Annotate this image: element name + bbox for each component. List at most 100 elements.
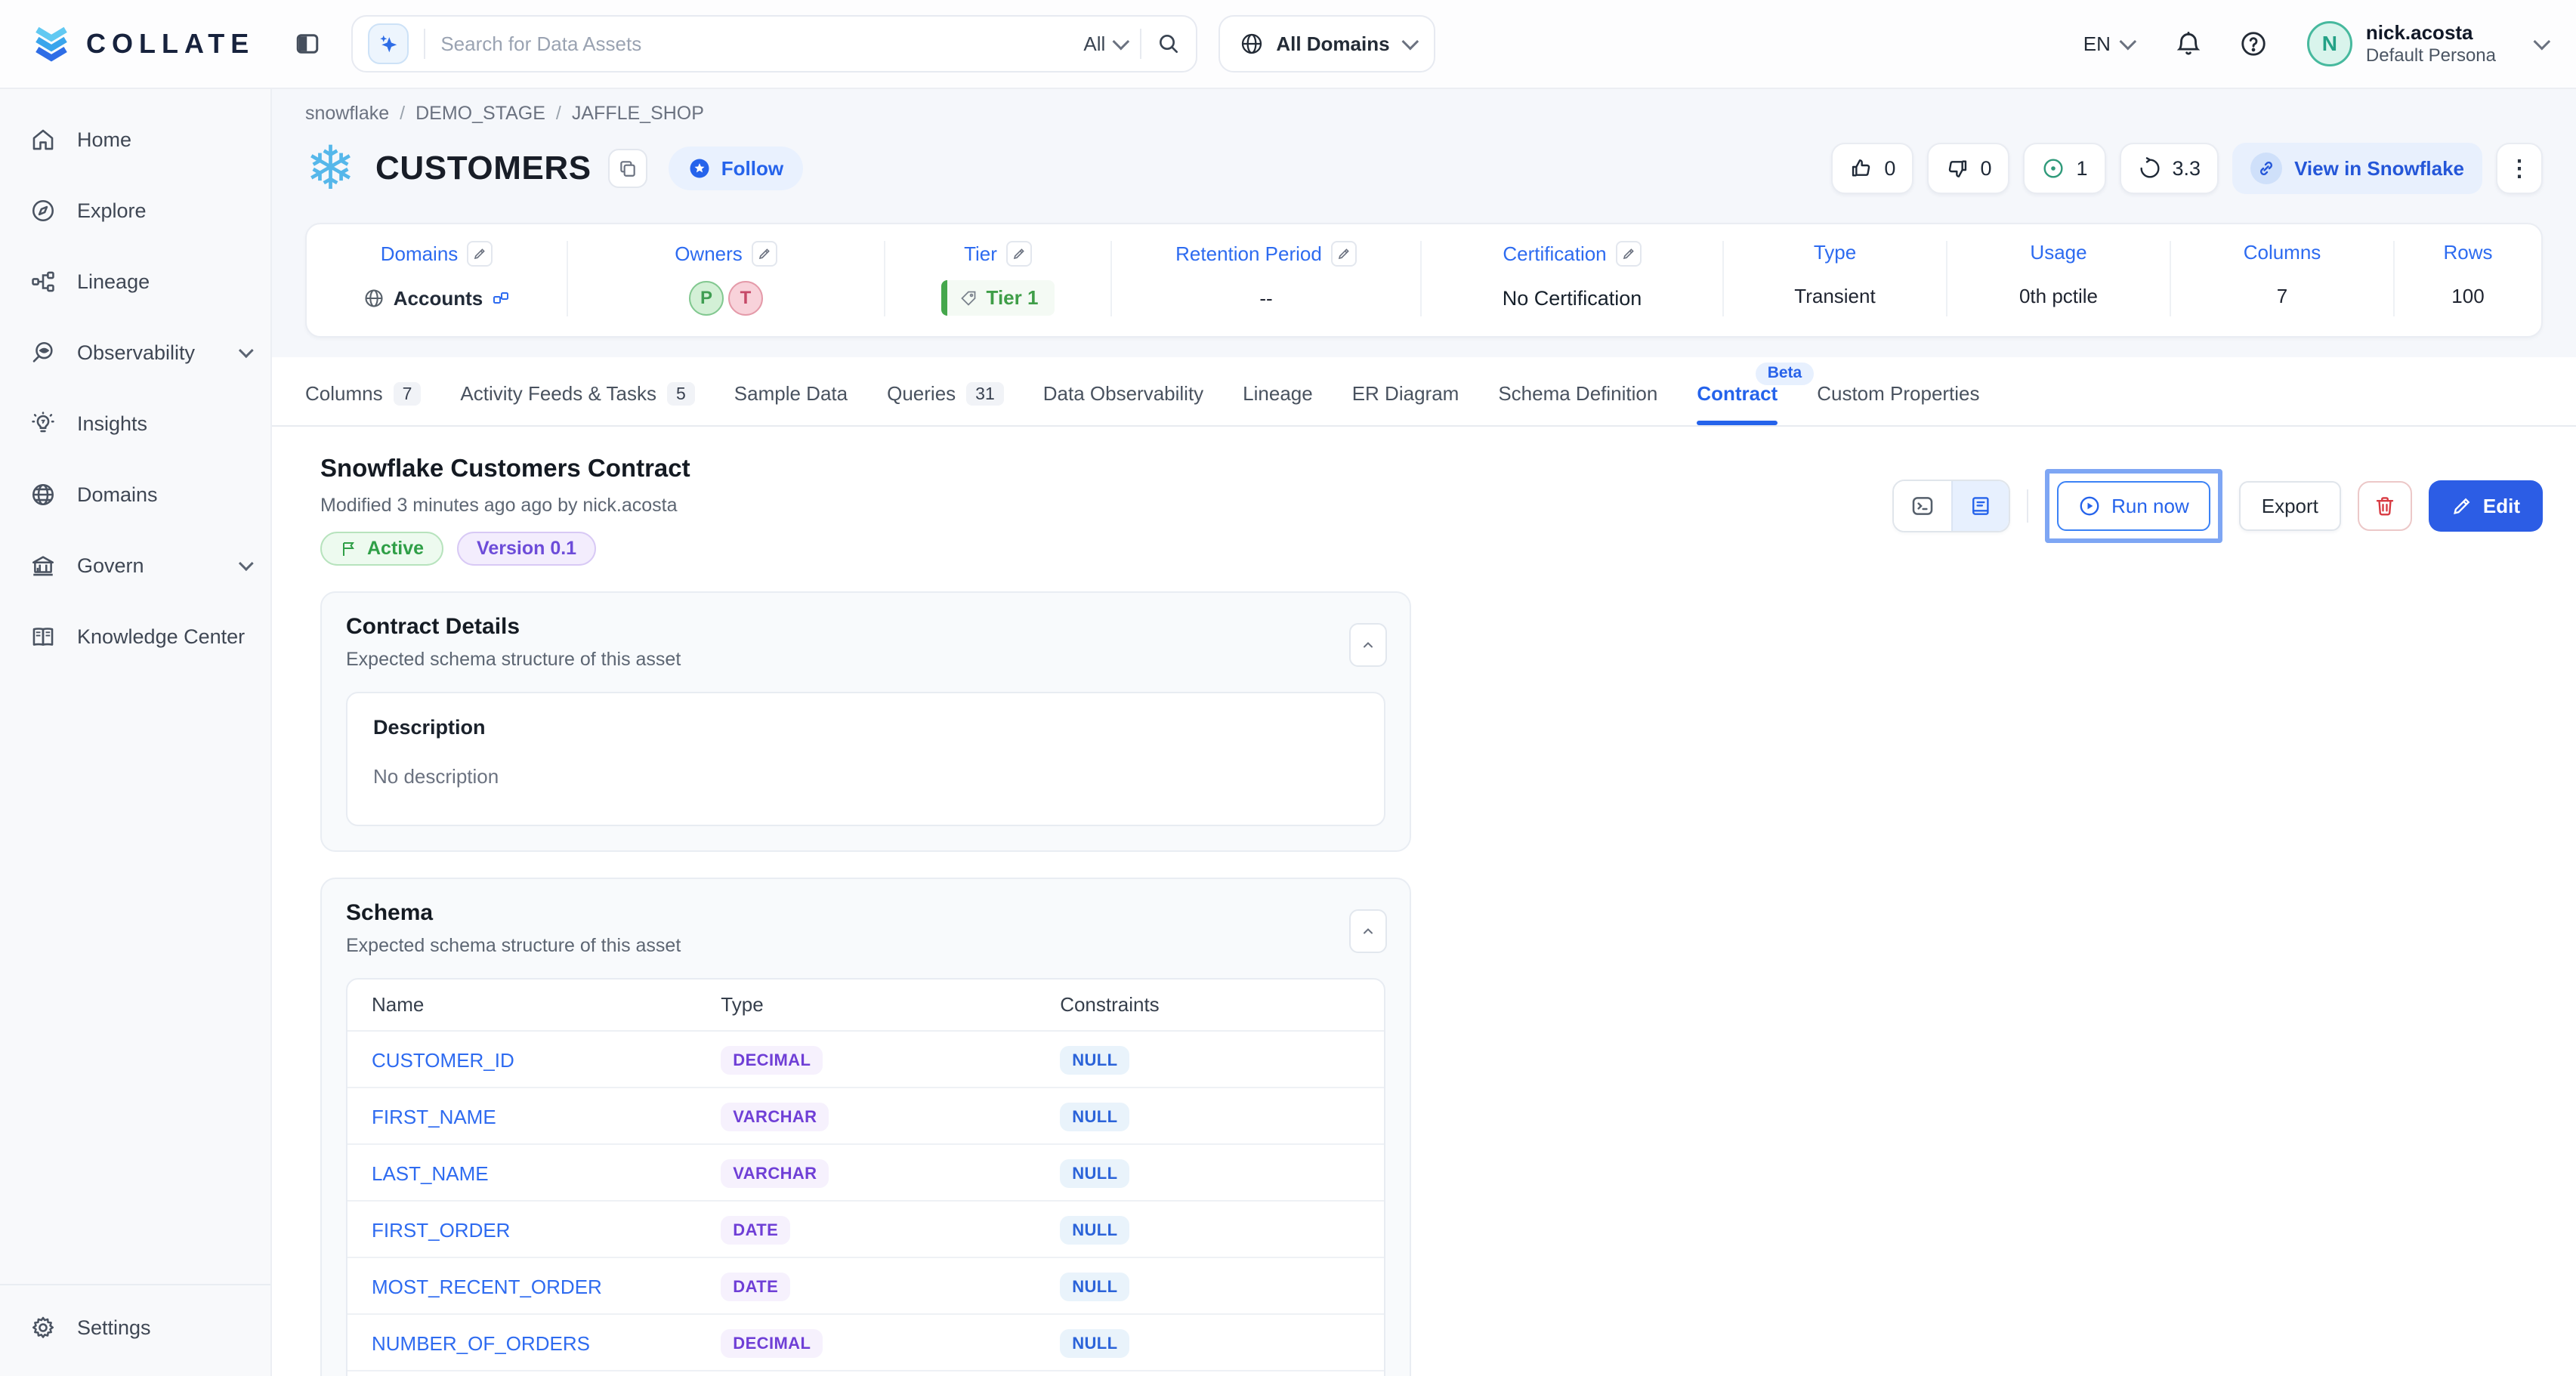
page-header: snowflake / DEMO_STAGE / JAFFLE_SHOP ❄ C…	[272, 89, 2576, 357]
meta-type: Type Transient	[1724, 241, 1947, 316]
yaml-view-button[interactable]	[1894, 481, 1951, 531]
breadcrumb-database[interactable]: DEMO_STAGE	[415, 103, 545, 125]
sidebar-item-domains[interactable]: Domains	[0, 459, 270, 530]
sidebar-item-knowledge-center[interactable]: Knowledge Center	[0, 601, 270, 672]
column-link[interactable]: FIRST_ORDER	[372, 1219, 510, 1242]
more-options-button[interactable]: ⋮	[2496, 143, 2543, 194]
status-badge: Active	[320, 532, 443, 566]
bank-icon	[30, 553, 56, 578]
retention-value: --	[1259, 280, 1272, 316]
owner-avatar[interactable]: P	[689, 281, 724, 316]
sidebar-item-settings[interactable]: Settings	[0, 1294, 270, 1361]
version-button[interactable]: 3.3	[2120, 143, 2219, 194]
tab-contract[interactable]: ContractBeta	[1697, 382, 1778, 425]
domain-value[interactable]: Accounts	[394, 287, 483, 310]
table-row: MOST_RECENT_ORDER DATE NULL	[347, 1258, 1384, 1315]
sidebar-item-home[interactable]: Home	[0, 104, 270, 175]
tasks-button[interactable]: 1	[2023, 143, 2105, 194]
collapse-schema-button[interactable]	[1349, 909, 1387, 953]
edit-retention-button[interactable]	[1331, 241, 1357, 267]
edit-tier-button[interactable]	[1006, 241, 1032, 267]
sidebar-item-observability[interactable]: Observability	[0, 317, 270, 388]
all-domains-filter[interactable]: All Domains	[1219, 15, 1435, 73]
view-in-snowflake-button[interactable]: View in Snowflake	[2232, 143, 2482, 194]
user-menu[interactable]: N nick.acosta Default Persona	[2307, 20, 2546, 68]
tab-schema-definition[interactable]: Schema Definition	[1498, 382, 1657, 425]
search-icon[interactable]	[1157, 32, 1181, 56]
column-link[interactable]: NUMBER_OF_ORDERS	[372, 1332, 590, 1355]
owner-avatar[interactable]: T	[728, 281, 763, 316]
upvote-button[interactable]: 0	[1831, 143, 1913, 194]
retention-label: Retention Period	[1175, 242, 1322, 266]
tab-sample-data[interactable]: Sample Data	[734, 382, 848, 425]
tab-data-observability[interactable]: Data Observability	[1043, 382, 1203, 425]
tab-custom-properties[interactable]: Custom Properties	[1817, 382, 1979, 425]
header-name: Name	[372, 980, 721, 1030]
asset-actions: 0 0 1	[1831, 143, 2543, 194]
description-card: Description No description	[346, 692, 1385, 826]
meta-owners: Owners P T	[568, 241, 885, 316]
help-button[interactable]	[2239, 29, 2268, 58]
notifications-button[interactable]	[2174, 29, 2203, 58]
meta-domains: Domains Accounts	[307, 241, 568, 316]
collapse-details-button[interactable]	[1349, 623, 1387, 667]
certification-label: Certification	[1503, 242, 1606, 266]
rows-value: 100	[2451, 278, 2484, 314]
search-input[interactable]	[440, 32, 1068, 56]
sidebar-item-explore[interactable]: Explore	[0, 175, 270, 246]
snowflake-icon: ❄	[305, 135, 356, 202]
follow-button[interactable]: Follow	[669, 147, 803, 190]
asset-title-row: ❄ CUSTOMERS Follow	[305, 135, 2543, 202]
table-row: CUSTOMER_ID DECIMAL NULL	[347, 1032, 1384, 1088]
delete-contract-button[interactable]	[2358, 481, 2412, 531]
chevron-down-icon	[1113, 33, 1130, 51]
collate-logo[interactable]: COLLATE	[30, 23, 255, 65]
run-now-button[interactable]: Run now	[2057, 481, 2210, 531]
tab-activity-feeds[interactable]: Activity Feeds & Tasks5	[460, 382, 694, 425]
sidebar-item-insights[interactable]: Insights	[0, 388, 270, 459]
lineage-icon	[30, 269, 56, 295]
constraint-badge: NULL	[1060, 1329, 1129, 1358]
document-view-button[interactable]	[1951, 481, 2009, 531]
chevron-up-icon	[1361, 924, 1376, 939]
contract-header-left: Snowflake Customers Contract Modified 3 …	[320, 454, 690, 566]
export-button[interactable]: Export	[2239, 481, 2341, 531]
schema-title: Schema	[346, 900, 1385, 926]
sidebar-item-govern[interactable]: Govern	[0, 530, 270, 601]
brand-name: COLLATE	[86, 28, 255, 60]
tab-count: 5	[667, 382, 695, 406]
tab-columns[interactable]: Columns7	[305, 382, 421, 425]
sidebar-item-lineage[interactable]: Lineage	[0, 246, 270, 317]
tab-er-diagram[interactable]: ER Diagram	[1352, 382, 1459, 425]
downvote-button[interactable]: 0	[1927, 143, 2009, 194]
sidebar-item-label: Home	[77, 128, 131, 152]
breadcrumb-schema[interactable]: JAFFLE_SHOP	[572, 103, 704, 125]
table-row: FIRST_NAME VARCHAR NULL	[347, 1088, 1384, 1145]
observability-icon	[30, 340, 56, 366]
column-link[interactable]: FIRST_NAME	[372, 1106, 496, 1128]
asset-tabs: Columns7 Activity Feeds & Tasks5 Sample …	[272, 357, 2576, 427]
tier-chip[interactable]: Tier 1	[941, 280, 1055, 316]
language-selector[interactable]: EN	[2083, 32, 2132, 56]
search-scope-dropdown[interactable]: All	[1083, 32, 1125, 56]
column-link[interactable]: CUSTOMER_ID	[372, 1049, 514, 1072]
copy-name-button[interactable]	[608, 149, 647, 188]
insights-icon	[30, 411, 56, 437]
ai-sparkle-icon[interactable]	[368, 23, 409, 64]
tab-lineage[interactable]: Lineage	[1243, 382, 1313, 425]
edit-domains-button[interactable]	[467, 241, 493, 267]
asset-metadata-card: Domains Accounts Owners P T	[305, 223, 2543, 338]
link-small-icon[interactable]	[492, 289, 510, 307]
tab-queries[interactable]: Queries31	[887, 382, 1004, 425]
column-link[interactable]: LAST_NAME	[372, 1162, 489, 1185]
type-badge: VARCHAR	[721, 1103, 829, 1131]
edit-owners-button[interactable]	[752, 241, 777, 267]
edit-certification-button[interactable]	[1616, 241, 1642, 267]
sidebar-toggle-icon[interactable]	[294, 30, 321, 57]
breadcrumb-service[interactable]: snowflake	[305, 103, 389, 125]
edit-contract-button[interactable]: Edit	[2429, 480, 2543, 532]
breadcrumb-separator: /	[556, 103, 561, 125]
type-label: Type	[1814, 241, 1856, 264]
column-link[interactable]: MOST_RECENT_ORDER	[372, 1276, 602, 1298]
sidebar-item-label: Explore	[77, 199, 147, 223]
